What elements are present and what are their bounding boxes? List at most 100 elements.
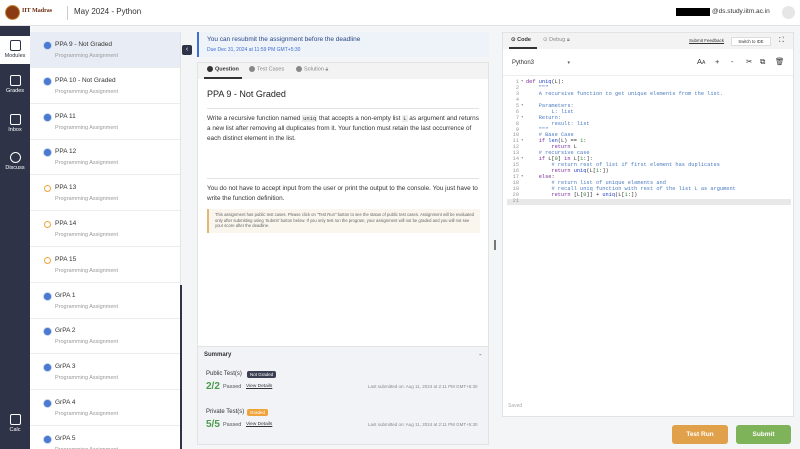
switch-to-ide-button[interactable]: Switch to IDE	[731, 37, 771, 46]
question-card: Question Test Cases Solution 🔒︎ PPA 9 - …	[197, 62, 489, 377]
assignment-item[interactable]: GrPA 4 Programming Assignment	[30, 390, 180, 426]
rail-inbox-label: Inbox	[8, 127, 22, 133]
editor-divider	[503, 75, 793, 76]
tab-code[interactable]: ⊙ Code	[511, 37, 531, 43]
delete-icon[interactable]: 🗑︎	[775, 57, 785, 66]
divider	[207, 108, 479, 109]
public-score: 2/2	[206, 381, 220, 392]
active-tab-indicator	[204, 77, 242, 79]
assignment-title: PPA 14	[55, 220, 77, 227]
tab-solution[interactable]: Solution 🔒︎	[296, 66, 328, 73]
email-domain: @ds.study.iitm.ac.in	[712, 8, 770, 15]
list-scrollbar[interactable]	[180, 285, 182, 449]
question-panel: You can resubmit the assignment before t…	[197, 32, 489, 445]
private-last-submitted: Last submitted on: Aug 11, 2024 at 2:11 …	[368, 422, 478, 427]
debug-icon: ⊙	[543, 37, 548, 43]
summary-heading: Summary	[204, 352, 232, 358]
assignment-item[interactable]: GrPA 5Programming Assignment	[30, 426, 180, 449]
summary-panel: Summary - Public Test(s) Not Graded 2/2 …	[197, 346, 489, 445]
submit-button[interactable]: Submit	[736, 425, 791, 444]
assignment-item[interactable]: PPA 12 Programming Assignment	[30, 139, 180, 176]
private-view-details-link[interactable]: View Details	[246, 422, 272, 427]
document-icon	[9, 40, 21, 51]
tab-code-label: Code	[517, 37, 531, 43]
top-header: IIT Madras May 2024 - Python @ds.study.i…	[0, 0, 800, 26]
language-select[interactable]: Python3 ▾	[512, 56, 572, 70]
assignment-subtitle: Programming Assignment	[55, 375, 118, 382]
tab-solution-label: Solution	[304, 66, 324, 73]
assignment-item[interactable]: PPA 9 - Not Graded Programming Assignment	[30, 32, 180, 68]
graded-badge: Graded	[247, 409, 269, 416]
completed-status-icon	[44, 42, 51, 49]
assignment-title: PPA 13	[55, 184, 77, 192]
fullscreen-icon[interactable]: ⛶	[779, 37, 784, 45]
collapse-summary-button[interactable]: -	[479, 350, 482, 359]
rail-discuss[interactable]: Discuss	[0, 150, 30, 176]
assignment-item[interactable]: PPA 14 Programming Assignment	[30, 211, 180, 247]
clock-status-icon	[44, 221, 51, 228]
assignment-title: GrPA 3	[55, 363, 76, 371]
submit-feedback-link[interactable]: Submit Feedback	[689, 38, 724, 43]
cut-icon[interactable]: ✂	[746, 57, 752, 66]
not-graded-badge: Not Graded	[247, 371, 277, 378]
lock-icon: 🔒︎	[566, 37, 570, 43]
tab-question-label: Question	[215, 66, 239, 73]
assignment-subtitle: Programming Assignment	[55, 53, 118, 59]
assignment-subtitle: Programming Assignment	[55, 88, 118, 95]
test-case-note: This assignment has public test cases. P…	[207, 209, 480, 233]
completed-status-icon	[44, 292, 51, 300]
private-score: 5/5	[206, 419, 220, 430]
header-divider	[67, 6, 68, 20]
user-avatar[interactable]	[782, 6, 795, 19]
font-size-icon[interactable]: AA	[697, 57, 705, 66]
assignment-item[interactable]: PPA 15 Programming Assignment	[30, 247, 180, 283]
assignment-item[interactable]: PPA 13 Programming Assignment	[30, 175, 180, 212]
completed-status-icon	[44, 77, 51, 85]
rail-calc-label: Calc	[9, 427, 21, 433]
rail-inbox[interactable]: Inbox	[0, 112, 30, 138]
panel-resize-handle[interactable]	[494, 240, 496, 250]
test-run-button[interactable]: Test Run	[672, 425, 728, 444]
tab-test-cases[interactable]: Test Cases	[249, 66, 284, 72]
tab-test-cases-label: Test Cases	[257, 66, 285, 73]
divider	[207, 178, 479, 179]
redacted-email	[676, 8, 710, 16]
tab-debug[interactable]: ⊙ Debug 🔒︎	[543, 37, 570, 44]
rail-modules[interactable]: Modules	[0, 36, 30, 64]
assignment-item[interactable]: PPA 10 - Not Graded Programming Assignmen…	[30, 68, 180, 104]
collapse-sidebar-button[interactable]: ‹	[182, 45, 192, 55]
assignment-title: GrPA 2	[55, 327, 76, 335]
assignment-title: GrPA 4	[55, 399, 76, 406]
completed-status-icon	[44, 400, 51, 407]
deadline-banner: You can resubmit the assignment before t…	[197, 32, 489, 57]
assignment-item[interactable]: GrPA 1 Programming Assignment	[30, 283, 180, 319]
rail-calc[interactable]: Calc	[0, 412, 30, 438]
assignment-subtitle: Programming Assignment	[55, 160, 118, 167]
lock-icon: 🔒︎	[325, 66, 329, 73]
saved-status: Saved	[508, 403, 523, 409]
zoom-in-icon[interactable]: +	[715, 57, 719, 66]
copy-icon[interactable]: ⧉	[760, 57, 765, 67]
assignment-subtitle: Programming Assignment	[55, 267, 118, 274]
rail-grades[interactable]: Grades	[0, 73, 30, 99]
completed-status-icon	[44, 328, 51, 336]
assignment-item[interactable]: PPA 11 Programming Assignment	[30, 104, 180, 140]
public-tests-label: Public Test(s)	[206, 371, 242, 377]
inline-code-uniq: uniq	[302, 115, 318, 122]
code-editor[interactable]: 1 ▾ def uniq(L): 2 """ 3 A recursive functio…	[507, 79, 791, 205]
tab-question[interactable]: Question	[207, 66, 239, 72]
language-value: Python3	[512, 60, 535, 66]
rail-modules-label: Modules	[4, 53, 26, 59]
assignment-item[interactable]: GrPA 3 Programming Assignment	[30, 354, 180, 391]
assignment-title: GrPA 5	[55, 434, 76, 442]
iitm-logo-icon	[5, 5, 20, 20]
code-line: 21	[507, 197, 791, 205]
grades-icon	[9, 75, 21, 86]
assignment-item[interactable]: GrPA 2 Programming Assignment	[30, 318, 180, 355]
private-passed-label: Passed	[223, 422, 242, 428]
line-number: 21	[512, 197, 519, 204]
banner-due-date: Due Dec 31, 2024 at 11:59 PM GMT+5:30	[207, 47, 301, 53]
public-view-details-link[interactable]: View Details	[246, 384, 272, 389]
zoom-out-icon[interactable]: -	[731, 57, 734, 66]
chevron-down-icon: ▾	[567, 60, 570, 66]
